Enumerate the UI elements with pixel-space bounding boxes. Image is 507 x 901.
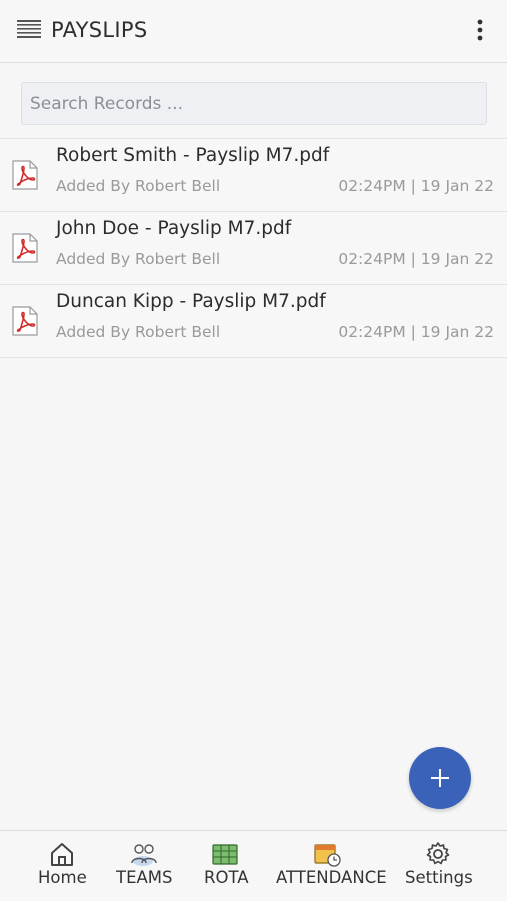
- timestamp: 02:24PM | 19 Jan 22: [338, 323, 494, 341]
- nav-item-attendance[interactable]: ATTENDANCE: [276, 831, 387, 901]
- nav-label-rota: ROTA: [204, 868, 249, 887]
- nav-label-settings: Settings: [405, 868, 473, 887]
- search-input[interactable]: [21, 82, 487, 125]
- nav-item-settings[interactable]: Settings: [405, 831, 473, 901]
- pdf-file-icon: [12, 233, 38, 263]
- list-item[interactable]: John Doe - Payslip M7.pdf Added By Rober…: [0, 212, 507, 285]
- app-header: PAYSLIPS: [0, 0, 507, 63]
- attendance-icon: [314, 844, 341, 867]
- nav-label-home: Home: [38, 868, 87, 887]
- search-bar: [21, 82, 487, 125]
- home-icon: [51, 843, 73, 866]
- hamburger-menu-icon[interactable]: [17, 20, 41, 40]
- add-record-button[interactable]: [409, 747, 471, 809]
- payslip-list: Robert Smith - Payslip M7.pdf Added By R…: [0, 138, 507, 358]
- more-vertical-icon[interactable]: [474, 18, 486, 44]
- pdf-file-icon: [12, 160, 38, 190]
- file-name: Duncan Kipp - Payslip M7.pdf: [56, 291, 326, 312]
- pdf-file-icon: [12, 306, 38, 336]
- timestamp: 02:24PM | 19 Jan 22: [338, 250, 494, 268]
- gear-icon: [426, 842, 450, 865]
- teams-icon: [131, 844, 157, 866]
- nav-label-teams: TEAMS: [116, 868, 173, 887]
- file-name: John Doe - Payslip M7.pdf: [56, 218, 292, 239]
- list-item[interactable]: Duncan Kipp - Payslip M7.pdf Added By Ro…: [0, 285, 507, 358]
- list-item[interactable]: Robert Smith - Payslip M7.pdf Added By R…: [0, 139, 507, 212]
- rota-icon: [212, 844, 238, 865]
- added-by: Added By Robert Bell: [56, 250, 221, 268]
- bottom-nav: Home TEAMS ROTA ATTENDANCE Settings: [0, 830, 507, 901]
- plus-icon: [431, 769, 449, 787]
- nav-item-home[interactable]: Home: [36, 831, 88, 901]
- file-name: Robert Smith - Payslip M7.pdf: [56, 145, 330, 166]
- page-title: PAYSLIPS: [51, 18, 148, 42]
- added-by: Added By Robert Bell: [56, 177, 221, 195]
- timestamp: 02:24PM | 19 Jan 22: [338, 177, 494, 195]
- nav-item-teams[interactable]: TEAMS: [114, 831, 176, 901]
- nav-label-attendance: ATTENDANCE: [276, 868, 387, 887]
- nav-item-rota[interactable]: ROTA: [202, 831, 249, 901]
- added-by: Added By Robert Bell: [56, 323, 221, 341]
